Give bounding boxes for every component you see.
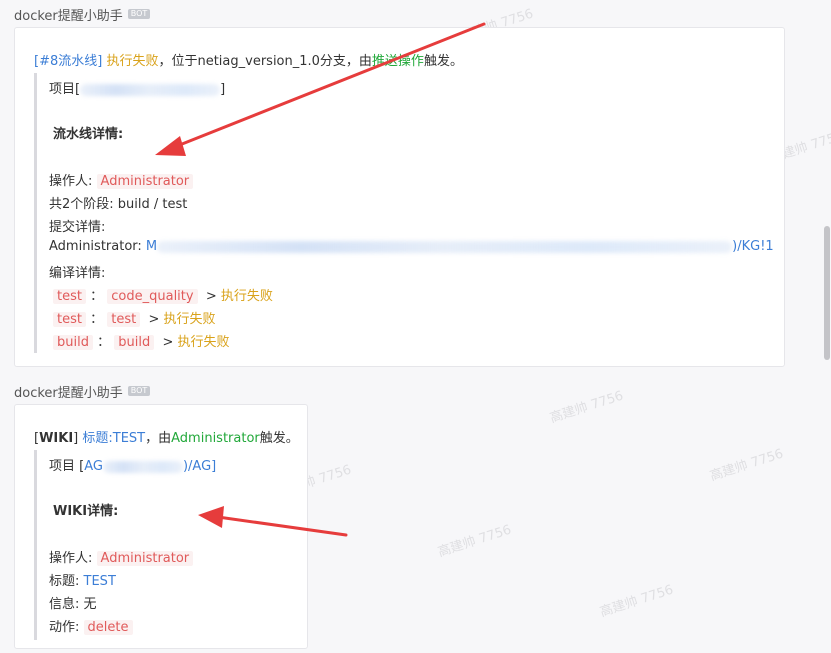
annotation-arrow xyxy=(155,22,486,156)
vertical-scrollbar[interactable] xyxy=(824,226,830,360)
annotation-arrows xyxy=(155,22,486,537)
annotation-arrow xyxy=(198,506,348,537)
